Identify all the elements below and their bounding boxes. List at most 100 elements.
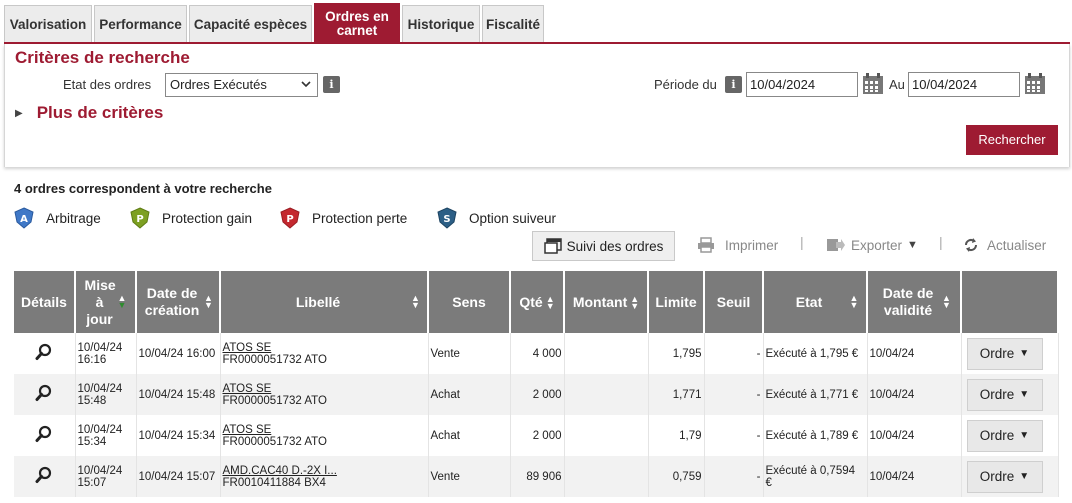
status-select[interactable]: Ordres Exécutés xyxy=(165,73,318,97)
export-icon xyxy=(827,239,845,251)
col-actions xyxy=(961,271,1059,333)
sort-icon: ▲ ▼ xyxy=(942,293,951,310)
col-sens: Sens xyxy=(428,271,511,333)
ordre-button[interactable]: Ordre ▼ xyxy=(966,337,1043,370)
svg-text:P: P xyxy=(286,214,293,225)
search-button[interactable]: Rechercher xyxy=(966,125,1058,155)
montant-cell xyxy=(564,415,649,456)
date-to-field[interactable]: 10/04/2024 xyxy=(908,72,1020,97)
details-cell xyxy=(14,374,76,415)
svg-text:A: A xyxy=(20,214,28,225)
details-cell xyxy=(14,415,76,456)
criteria-title: Critères de recherche xyxy=(15,48,190,67)
col-details: Détails xyxy=(14,271,76,333)
validite-cell: 10/04/24 xyxy=(867,456,962,497)
tab-ordres-en-carnet[interactable]: Ordres en carnet xyxy=(314,3,400,43)
col-date-creation[interactable]: Date de création▲ ▼ xyxy=(136,271,221,333)
instrument-link[interactable]: ATOS SE xyxy=(223,383,272,395)
legend-item-option-suiveur: S Option suiveur xyxy=(437,207,556,229)
period-label: Période du xyxy=(654,77,717,92)
col-date-validite[interactable]: Date de validité▲ ▼ xyxy=(867,271,962,333)
tab-historique[interactable]: Historique xyxy=(402,5,480,43)
libelle-cell: ATOS SE FR0000051732 ATO xyxy=(220,333,429,374)
etat-cell: Exécuté à 1,771 € xyxy=(763,374,868,415)
refresh-icon xyxy=(965,238,977,252)
col-libelle[interactable]: Libellé ▲ ▼ xyxy=(220,271,429,333)
table-row: 10/04/24 15:34 10/04/24 15:34 ATOS SE FR0… xyxy=(14,415,1059,456)
caret-down-icon: ▼ xyxy=(1019,348,1030,359)
isin-text: FR0000051732 ATO xyxy=(222,353,327,366)
isin-text: FR0010411884 BX4 xyxy=(222,476,326,489)
tab-fiscalite[interactable]: Fiscalité xyxy=(482,5,544,43)
window-icon xyxy=(543,238,562,254)
caret-down-icon: ▼ xyxy=(1019,389,1030,400)
col-mise-a-jour[interactable]: Mise à jour▲ ▼ xyxy=(75,271,137,333)
etat-cell: Exécuté à 1,789 € xyxy=(763,415,868,456)
maj-cell: 10/04/24 15:34 xyxy=(75,415,137,456)
magnifier-icon[interactable] xyxy=(35,425,53,443)
instrument-link[interactable]: ATOS SE xyxy=(223,342,272,354)
instrument-link[interactable]: AMD.CAC40 D.-2X I... xyxy=(223,465,337,477)
limite-cell: 1,771 xyxy=(648,374,705,415)
caret-down-icon: ▼ xyxy=(907,239,918,251)
legend-item-protection-gain: P Protection gain xyxy=(130,207,252,229)
refresh-button[interactable]: Actualiser xyxy=(963,237,1046,253)
printer-icon xyxy=(698,237,714,253)
export-button[interactable]: Exporter ▼ xyxy=(826,237,918,253)
etat-cell: Exécuté à 1,795 € xyxy=(763,333,868,374)
date-to-label: Au xyxy=(889,77,905,92)
col-seuil: Seuil xyxy=(704,271,764,333)
col-etat[interactable]: Etat ▲ ▼ xyxy=(763,271,868,333)
chevron-down-icon xyxy=(300,77,312,94)
seuil-cell: - xyxy=(704,374,764,415)
period-info-icon[interactable]: i xyxy=(725,76,742,93)
more-criteria-toggle[interactable]: ▶ Plus de critères xyxy=(15,103,163,123)
libelle-cell: AMD.CAC40 D.-2X I... FR0010411884 BX4 xyxy=(220,456,429,497)
legend-item-arbitrage: A Arbitrage xyxy=(14,207,101,229)
validite-cell: 10/04/24 xyxy=(867,333,962,374)
svg-text:S: S xyxy=(443,214,450,225)
action-cell: Ordre ▼ xyxy=(961,333,1059,374)
table-header-row: Détails Mise à jour▲ ▼ Date de création▲ ▼… xyxy=(14,271,1059,333)
col-qte[interactable]: Qté ▲ ▼ xyxy=(510,271,565,333)
date-from-field[interactable]: 10/04/2024 xyxy=(746,72,858,97)
creation-cell: 10/04/24 15:34 xyxy=(136,415,221,456)
col-limite: Limite xyxy=(648,271,705,333)
magnifier-icon[interactable] xyxy=(35,343,53,361)
suivi-ordres-button[interactable]: Suivi des ordres xyxy=(532,231,675,261)
col-montant[interactable]: Montant ▲ ▼ xyxy=(564,271,649,333)
svg-text:P: P xyxy=(136,214,143,225)
caret-down-icon: ▼ xyxy=(1019,471,1030,482)
print-button[interactable]: Imprimer xyxy=(697,237,778,253)
details-cell xyxy=(14,456,76,497)
calendar-icon[interactable] xyxy=(862,73,884,95)
instrument-link[interactable]: ATOS SE xyxy=(223,424,272,436)
results-count: 4 ordres correspondent à votre recherche xyxy=(14,181,272,196)
sens-cell: Achat xyxy=(428,374,511,415)
montant-cell xyxy=(564,374,649,415)
isin-text: FR0000051732 ATO xyxy=(222,394,327,407)
creation-cell: 10/04/24 15:07 xyxy=(136,456,221,497)
magnifier-icon[interactable] xyxy=(35,466,53,484)
ordre-button[interactable]: Ordre ▼ xyxy=(966,460,1043,493)
ordre-button[interactable]: Ordre ▼ xyxy=(966,419,1043,452)
ordre-button[interactable]: Ordre ▼ xyxy=(966,378,1043,411)
magnifier-icon[interactable] xyxy=(35,384,53,402)
search-criteria-panel: Critères de recherche Etat des ordres Or… xyxy=(4,44,1070,167)
montant-cell xyxy=(564,333,649,374)
tab-capacite-especes[interactable]: Capacité espèces xyxy=(189,5,312,43)
triangle-right-icon: ▶ xyxy=(15,107,23,119)
qte-cell: 2 000 xyxy=(510,415,565,456)
info-icon[interactable]: i xyxy=(323,76,340,93)
status-label: Etat des ordres xyxy=(63,77,152,92)
maj-cell: 10/04/24 16:16 xyxy=(75,333,137,374)
arbitrage-icon: A xyxy=(14,207,34,229)
action-cell: Ordre ▼ xyxy=(961,456,1059,497)
tab-valorisation[interactable]: Valorisation xyxy=(4,5,92,43)
sort-icon: ▲ ▼ xyxy=(204,293,213,310)
sort-icon: ▲ ▼ xyxy=(849,293,859,311)
tab-performance[interactable]: Performance xyxy=(94,5,187,43)
seuil-cell: - xyxy=(704,456,764,497)
tab-bar: Valorisation Performance Capacité espèce… xyxy=(4,3,546,43)
calendar-icon[interactable] xyxy=(1024,73,1046,95)
